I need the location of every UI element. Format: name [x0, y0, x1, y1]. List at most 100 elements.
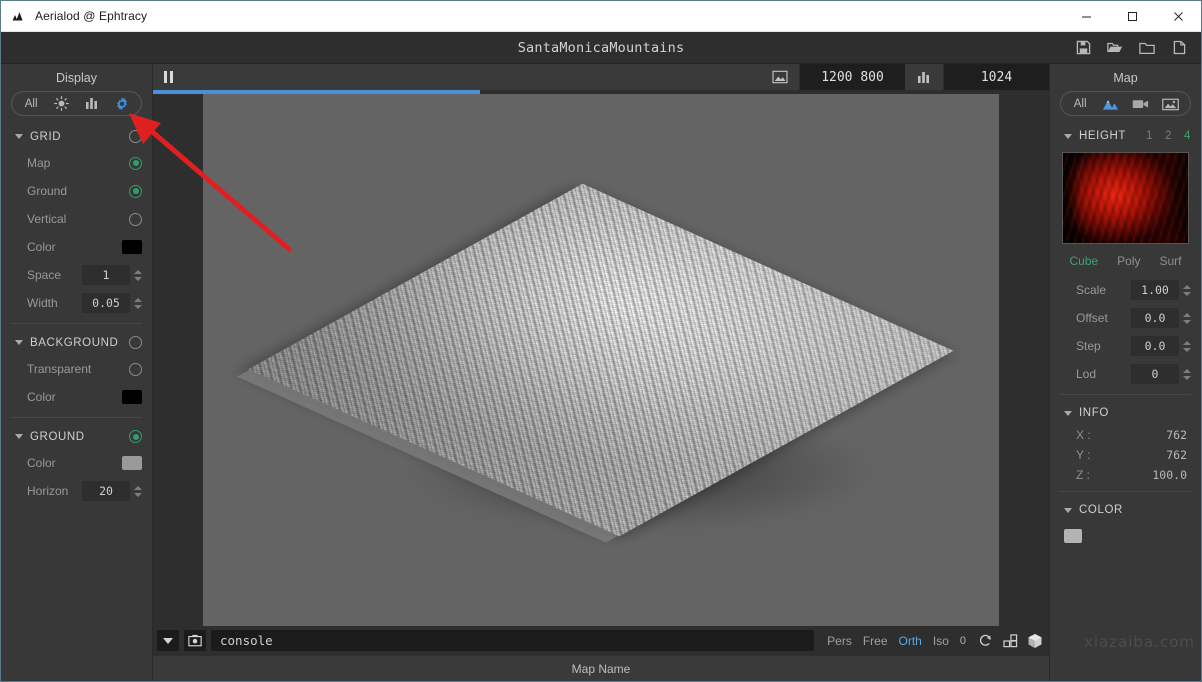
video-camera-icon[interactable] — [1129, 93, 1153, 114]
stepper-lod[interactable] — [1183, 369, 1191, 380]
folder-icon[interactable] — [1134, 36, 1160, 60]
stepper-scale[interactable] — [1183, 285, 1191, 296]
group-label-grid: GRID — [30, 131, 61, 143]
input-grid-space[interactable]: 1 — [82, 265, 130, 285]
toggle-grid-ground[interactable] — [129, 185, 142, 198]
toggle-grid-map[interactable] — [129, 157, 142, 170]
toggle-grid-vertical[interactable] — [129, 213, 142, 226]
input-ground-horizon[interactable]: 20 — [82, 481, 130, 501]
maximize-button[interactable] — [1109, 1, 1155, 32]
image-size-icon[interactable] — [761, 64, 799, 90]
projection-iso[interactable]: Iso — [933, 634, 949, 648]
resolution-field[interactable]: 1200 800 — [799, 64, 905, 90]
rotate-icon[interactable] — [975, 633, 995, 648]
toolbar-filler — [183, 64, 761, 90]
group-header-info[interactable]: INFO — [1050, 401, 1201, 425]
chevron-down-icon — [15, 434, 23, 439]
bar-chart-icon[interactable] — [905, 64, 943, 90]
mode-cube[interactable]: Cube — [1069, 254, 1098, 268]
group-header-background[interactable]: BACKGROUND — [1, 330, 152, 355]
label-grid-width: Width — [27, 296, 82, 310]
input-grid-width[interactable]: 0.05 — [82, 293, 130, 313]
chevron-down-icon — [1064, 134, 1072, 139]
heightmap-preview[interactable] — [1062, 152, 1189, 244]
row-background-color[interactable]: Color — [1, 383, 152, 411]
swatch-map-color[interactable] — [1064, 529, 1082, 543]
samples-field[interactable]: 1024 — [943, 64, 1049, 90]
row-grid-vertical[interactable]: Vertical — [1, 205, 152, 233]
group-label-height: HEIGHT — [1079, 130, 1126, 142]
close-button[interactable] — [1155, 1, 1201, 32]
projection-pers[interactable]: Pers — [827, 634, 852, 648]
stepper-offset[interactable] — [1183, 313, 1191, 324]
viewport-3d[interactable] — [203, 94, 999, 626]
new-file-icon[interactable] — [1166, 36, 1192, 60]
label-lod: Lod — [1076, 367, 1131, 381]
angle-value[interactable]: 0 — [960, 635, 966, 647]
save-icon[interactable] — [1070, 36, 1096, 60]
caret-down-icon[interactable] — [157, 630, 179, 651]
row-grid-color[interactable]: Color — [1, 233, 152, 261]
map-tab-all[interactable]: All — [1068, 93, 1092, 114]
stepper-step[interactable] — [1183, 341, 1191, 352]
mode-poly[interactable]: Poly — [1117, 254, 1140, 268]
grid-cubes-icon[interactable] — [1000, 634, 1020, 648]
open-folder-icon[interactable] — [1102, 36, 1128, 60]
height-level-1[interactable]: 1 — [1146, 130, 1153, 142]
projection-free[interactable]: Free — [863, 634, 888, 648]
image-icon[interactable] — [1159, 93, 1183, 114]
row-grid-map[interactable]: Map — [1, 149, 152, 177]
row-lod[interactable]: Lod 0 — [1050, 360, 1201, 388]
window-titlebar: Aerialod @ Ephtracy — [1, 1, 1201, 32]
group-toggle-grid[interactable] — [129, 130, 142, 143]
watermark: xiazaiba.com — [1084, 633, 1195, 651]
group-header-color[interactable]: COLOR — [1050, 498, 1201, 522]
cube-icon[interactable] — [1025, 633, 1045, 649]
input-lod[interactable]: 0 — [1131, 364, 1179, 384]
height-level-4[interactable]: 4 — [1184, 130, 1191, 142]
group-label-color: COLOR — [1079, 504, 1123, 516]
row-background-transparent[interactable]: Transparent — [1, 355, 152, 383]
status-bar: Map Name — [153, 655, 1049, 681]
info-key-y: Y : — [1076, 448, 1090, 462]
row-offset[interactable]: Offset 0.0 — [1050, 304, 1201, 332]
console-input[interactable]: console — [211, 630, 814, 651]
row-ground-horizon[interactable]: Horizon 20 — [1, 477, 152, 505]
input-step[interactable]: 0.0 — [1131, 336, 1179, 356]
input-scale[interactable]: 1.00 — [1131, 280, 1179, 300]
row-ground-color[interactable]: Color — [1, 449, 152, 477]
stepper-ground-horizon[interactable] — [134, 486, 142, 497]
group-toggle-background[interactable] — [129, 336, 142, 349]
mode-surf[interactable]: Surf — [1159, 254, 1181, 268]
stepper-grid-space[interactable] — [134, 270, 142, 281]
swatch-ground-color[interactable] — [122, 456, 142, 470]
mountain-icon[interactable] — [1098, 93, 1122, 114]
input-offset[interactable]: 0.0 — [1131, 308, 1179, 328]
display-tab-all[interactable]: All — [19, 93, 43, 114]
center-column: 1200 800 1024 — [153, 64, 1049, 681]
toggle-background-transparent[interactable] — [129, 363, 142, 376]
group-header-height[interactable]: HEIGHT 1 2 4 — [1050, 124, 1201, 148]
camera-icon[interactable] — [184, 630, 206, 651]
label-scale: Scale — [1076, 283, 1131, 297]
gear-icon[interactable] — [110, 93, 134, 114]
stepper-grid-width[interactable] — [134, 298, 142, 309]
row-grid-ground[interactable]: Ground — [1, 177, 152, 205]
minimize-button[interactable] — [1063, 1, 1109, 32]
sun-icon[interactable] — [49, 93, 73, 114]
projection-orth[interactable]: Orth — [899, 634, 922, 648]
swatch-background-color[interactable] — [122, 390, 142, 404]
height-level-2[interactable]: 2 — [1165, 130, 1172, 142]
label-background-color: Color — [27, 390, 122, 404]
group-header-grid[interactable]: GRID — [1, 124, 152, 149]
row-map-color[interactable] — [1050, 522, 1201, 550]
swatch-grid-color[interactable] — [122, 240, 142, 254]
pause-icon[interactable] — [153, 64, 183, 90]
row-grid-space[interactable]: Space 1 — [1, 261, 152, 289]
row-scale[interactable]: Scale 1.00 — [1050, 276, 1201, 304]
group-header-ground[interactable]: GROUND — [1, 424, 152, 449]
row-step[interactable]: Step 0.0 — [1050, 332, 1201, 360]
row-grid-width[interactable]: Width 0.05 — [1, 289, 152, 317]
group-toggle-ground[interactable] — [129, 430, 142, 443]
bar-chart-icon[interactable] — [80, 93, 104, 114]
